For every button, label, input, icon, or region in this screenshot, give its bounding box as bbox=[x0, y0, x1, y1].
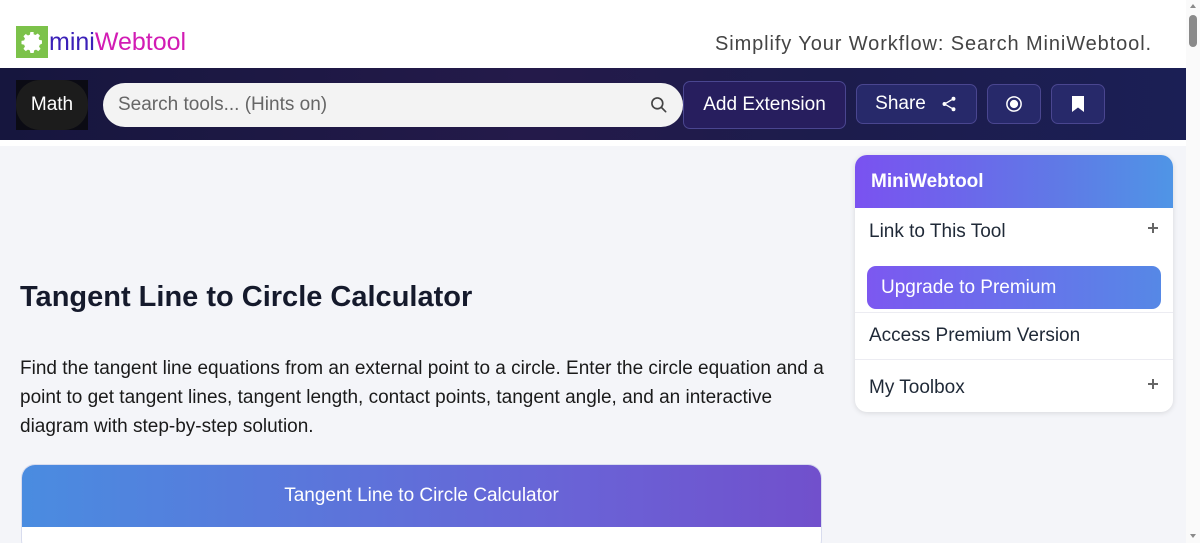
record-icon bbox=[1006, 96, 1022, 112]
share-icon bbox=[942, 96, 956, 112]
scrollbar-thumb[interactable] bbox=[1189, 15, 1197, 47]
search-box bbox=[103, 83, 683, 127]
plus-icon bbox=[1148, 223, 1158, 233]
gear-icon bbox=[16, 26, 48, 58]
plus-icon bbox=[1148, 379, 1158, 389]
scroll-up-arrow-icon[interactable] bbox=[1190, 4, 1196, 8]
upgrade-premium-button[interactable]: Upgrade to Premium bbox=[867, 266, 1161, 309]
site-tagline: Simplify Your Workflow: Search MiniWebto… bbox=[714, 33, 1152, 55]
logo-text: miniWebtool bbox=[49, 26, 186, 58]
search-icon[interactable] bbox=[649, 95, 669, 115]
search-input[interactable] bbox=[118, 83, 638, 127]
calculator-card: Tangent Line to Circle Calculator bbox=[21, 464, 822, 543]
navbar-divider bbox=[0, 140, 1186, 146]
bookmark-button[interactable] bbox=[1051, 84, 1105, 124]
my-toolbox-label: My Toolbox bbox=[869, 377, 965, 398]
calculator-card-title: Tangent Line to Circle Calculator bbox=[22, 465, 821, 527]
add-extension-button[interactable]: Add Extension bbox=[683, 81, 846, 129]
my-toolbox-item[interactable]: My Toolbox bbox=[855, 364, 1173, 412]
link-to-tool-label: Link to This Tool bbox=[869, 221, 1006, 242]
link-to-tool-item[interactable]: Link to This Tool bbox=[855, 208, 1173, 256]
access-premium-label: Access Premium Version bbox=[869, 325, 1081, 346]
record-button[interactable] bbox=[987, 84, 1041, 124]
access-premium-item[interactable]: Access Premium Version bbox=[855, 312, 1173, 360]
bookmark-icon bbox=[1072, 96, 1084, 112]
share-button-label: Share bbox=[875, 93, 926, 114]
category-button-math[interactable]: Math bbox=[16, 80, 88, 130]
sidebar-panel: MiniWebtool Link to This Tool Upgrade to… bbox=[855, 155, 1173, 412]
top-header: miniWebtool Simplify Your Workflow: Sear… bbox=[0, 0, 1186, 68]
site-logo[interactable]: miniWebtool bbox=[16, 26, 186, 58]
navbar: Math Add Extension Share bbox=[0, 68, 1186, 140]
share-button[interactable]: Share bbox=[856, 84, 977, 124]
sidebar-title: MiniWebtool bbox=[855, 155, 1173, 208]
page-description: Find the tangent line equations from an … bbox=[20, 358, 824, 437]
scroll-down-arrow-icon[interactable] bbox=[1190, 534, 1196, 538]
category-label: Math bbox=[16, 80, 88, 130]
page-title: Tangent Line to Circle Calculator bbox=[20, 281, 473, 313]
page-scrollbar[interactable] bbox=[1186, 0, 1200, 543]
logo-text-mini: mini bbox=[49, 28, 95, 56]
logo-text-webtool: Webtool bbox=[94, 28, 187, 56]
